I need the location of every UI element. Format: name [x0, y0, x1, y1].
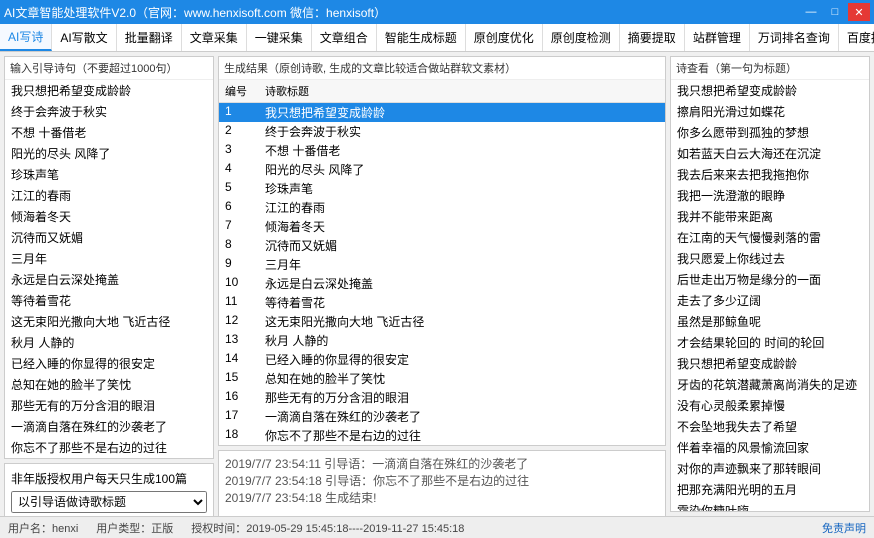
left-panel-title: 输入引导诗句（不要超过1000句） [5, 57, 213, 80]
list-item[interactable]: 不想 十番借老 [5, 122, 213, 143]
list-item[interactable]: 沉待而又妩媚 [5, 227, 213, 248]
tab-6[interactable]: 智能生成标题 [377, 24, 466, 51]
list-item[interactable]: 一滴滴自落在殊红的沙袭老了 [5, 416, 213, 437]
table-row[interactable]: 5珍珠声笔 [219, 179, 665, 198]
maximize-icon[interactable]: □ [824, 3, 846, 21]
tab-bar: AI写诗AI写散文批量翻译文章采集一键采集文章组合智能生成标题原创度优化原创度检… [0, 24, 874, 52]
list-item[interactable]: 伴着幸福的风景愉流回家 [671, 437, 869, 458]
table-row[interactable]: 8沉待而又妩媚 [219, 236, 665, 255]
table-header: 编号 诗歌标题 [219, 80, 665, 103]
col-number: 编号 [219, 80, 259, 102]
list-item[interactable]: 已经入睡的你显得的很安定 [5, 353, 213, 374]
log-panel: 2019/7/7 23:54:11 引导语：一滴滴自落在殊红的沙袭老了2019/… [218, 450, 666, 516]
list-item[interactable]: 江江的春雨 [5, 185, 213, 206]
list-item[interactable]: 我只愿爱上你线过去 [671, 248, 869, 269]
tab-2[interactable]: 批量翻译 [117, 24, 182, 51]
window-title: AI文章智能处理软件V2.0（官网：www.henxisoft.com 微信：h… [4, 4, 798, 21]
tab-9[interactable]: 摘要提取 [620, 24, 685, 51]
disclaimer-link[interactable]: 免责声明 [822, 520, 866, 536]
list-item[interactable]: 倾海着冬天 [5, 206, 213, 227]
list-item[interactable]: 这无束阳光撒向大地 飞近古径 [5, 311, 213, 332]
table-row[interactable]: 2终于会奔波于秋实 [219, 122, 665, 141]
list-item[interactable]: 如若蓝天白云大海还在沉淀 [671, 143, 869, 164]
list-item[interactable]: 在江南的天气慢慢剥落的雷 [671, 227, 869, 248]
tab-8[interactable]: 原创度检测 [543, 24, 620, 51]
list-item[interactable]: 没有心灵般柔累掉慢 [671, 395, 869, 416]
col-title: 诗歌标题 [259, 80, 665, 102]
list-item[interactable]: 擦肩阳光滑过如蝶花 [671, 101, 869, 122]
log-line: 2019/7/7 23:54:18 生成结束! [225, 489, 659, 506]
table-row[interactable]: 3不想 十番借老 [219, 141, 665, 160]
tab-1[interactable]: AI写散文 [52, 24, 116, 51]
list-item[interactable]: 阳光的尽头 风降了 [5, 143, 213, 164]
list-item[interactable]: 我只想把希望变成龄龄 [671, 80, 869, 101]
status-type: 正版 [151, 523, 173, 535]
input-lines-list[interactable]: 我只想把希望变成龄龄终于会奔波于秋实不想 十番借老阳光的尽头 风降了珍珠声笔江江… [5, 80, 213, 458]
table-row[interactable]: 10永远是白云深处掩盖 [219, 274, 665, 293]
table-row[interactable]: 6江江的春雨 [219, 198, 665, 217]
table-row[interactable]: 9三月年 [219, 255, 665, 274]
list-item[interactable]: 我去后来来去把我拖抱你 [671, 164, 869, 185]
quota-notice: 非年版授权用户每天只生成100篇 [11, 470, 207, 487]
log-line: 2019/7/7 23:54:18 引导语：你忘不了那些不是右边的过往 [225, 472, 659, 489]
tab-11[interactable]: 万词排名查询 [750, 24, 839, 51]
table-row[interactable]: 17一滴滴自落在殊红的沙袭老了 [219, 407, 665, 426]
table-row[interactable]: 12这无束阳光撒向大地 飞近古径 [219, 312, 665, 331]
table-row[interactable]: 4阳光的尽头 风降了 [219, 160, 665, 179]
list-item[interactable]: 霜染你糠叶嗨 [671, 500, 869, 511]
table-row[interactable]: 11等待着雪花 [219, 293, 665, 312]
title-bar: AI文章智能处理软件V2.0（官网：www.henxisoft.com 微信：h… [0, 0, 874, 24]
log-line: 2019/7/7 23:54:11 引导语：一滴滴自落在殊红的沙袭老了 [225, 455, 659, 472]
list-item[interactable]: 永远是白云深处掩盖 [5, 269, 213, 290]
table-row[interactable]: 14已经入睡的你显得的很安定 [219, 350, 665, 369]
minimize-icon[interactable]: — [800, 3, 822, 21]
list-item[interactable]: 终于会奔波于秋实 [5, 101, 213, 122]
list-item[interactable]: 后世走出万物是缘分的一面 [671, 269, 869, 290]
tab-7[interactable]: 原创度优化 [466, 24, 543, 51]
list-item[interactable]: 三月年 [5, 248, 213, 269]
list-item[interactable]: 你多么愿带到孤独的梦想 [671, 122, 869, 143]
controls-panel: 非年版授权用户每天只生成100篇 以引导语做诗歌标题 开始搜索 停止 导出 [4, 463, 214, 516]
list-item[interactable]: 我只想把希望变成龄龄 [671, 353, 869, 374]
table-row[interactable]: 7倾海着冬天 [219, 217, 665, 236]
title-mode-select[interactable]: 以引导语做诗歌标题 [11, 491, 207, 513]
tab-3[interactable]: 文章采集 [182, 24, 247, 51]
list-item[interactable]: 我并不能带来距离 [671, 206, 869, 227]
list-item[interactable]: 才会结果轮回的 时间的轮回 [671, 332, 869, 353]
list-item[interactable]: 总知在她的脸半了笑忱 [5, 374, 213, 395]
tab-12[interactable]: 百度推送 [839, 24, 874, 51]
list-item[interactable]: 你忘不了那些不是右边的过往 [5, 437, 213, 458]
list-item[interactable]: 把那充满阳光明的五月 [671, 479, 869, 500]
tab-0[interactable]: AI写诗 [0, 24, 52, 51]
list-item[interactable]: 等待着雪花 [5, 290, 213, 311]
table-row[interactable]: 16那些无有的万分含泪的眼泪 [219, 388, 665, 407]
poem-view-list[interactable]: 我只想把希望变成龄龄擦肩阳光滑过如蝶花你多么愿带到孤独的梦想如若蓝天白云大海还在… [671, 80, 869, 511]
list-item[interactable]: 秋月 人静的 [5, 332, 213, 353]
tab-10[interactable]: 站群管理 [685, 24, 750, 51]
status-bar: 用户名：henxi 用户类型：正版 授权时间：2019-05-29 15:45:… [0, 516, 874, 538]
list-item[interactable]: 虽然是那鲸鱼呢 [671, 311, 869, 332]
list-item[interactable]: 珍珠声笔 [5, 164, 213, 185]
table-row[interactable]: 15总知在她的脸半了笑忱 [219, 369, 665, 388]
list-item[interactable]: 我把一洗澄澈的眼睁 [671, 185, 869, 206]
list-item[interactable]: 不会坠地我失去了希望 [671, 416, 869, 437]
right-panel-title: 诗查看（第一句为标题） [671, 57, 869, 80]
results-table[interactable]: 1我只想把希望变成龄龄2终于会奔波于秋实3不想 十番借老4阳光的尽头 风降了5珍… [219, 103, 665, 445]
list-item[interactable]: 牙齿的花筑潜藏萧离尚消失的足迹 [671, 374, 869, 395]
list-item[interactable]: 我只想把希望变成龄龄 [5, 80, 213, 101]
tab-5[interactable]: 文章组合 [312, 24, 377, 51]
list-item[interactable]: 对你的声迹飘来了那转眼间 [671, 458, 869, 479]
mid-panel-title: 生成结果（原创诗歌, 生成的文章比较适合做站群软文素材） [219, 57, 665, 80]
status-auth: 2019-05-29 15:45:18----2019-11-27 15:45:… [246, 523, 464, 535]
table-row[interactable]: 18你忘不了那些不是右边的过往 [219, 426, 665, 445]
close-icon[interactable]: ✕ [848, 3, 870, 21]
list-item[interactable]: 那些无有的万分含泪的眼泪 [5, 395, 213, 416]
table-row[interactable]: 13秋月 人静的 [219, 331, 665, 350]
table-row[interactable]: 1我只想把希望变成龄龄 [219, 103, 665, 122]
list-item[interactable]: 走去了多少辽阔 [671, 290, 869, 311]
tab-4[interactable]: 一键采集 [247, 24, 312, 51]
status-user: henxi [52, 523, 78, 535]
